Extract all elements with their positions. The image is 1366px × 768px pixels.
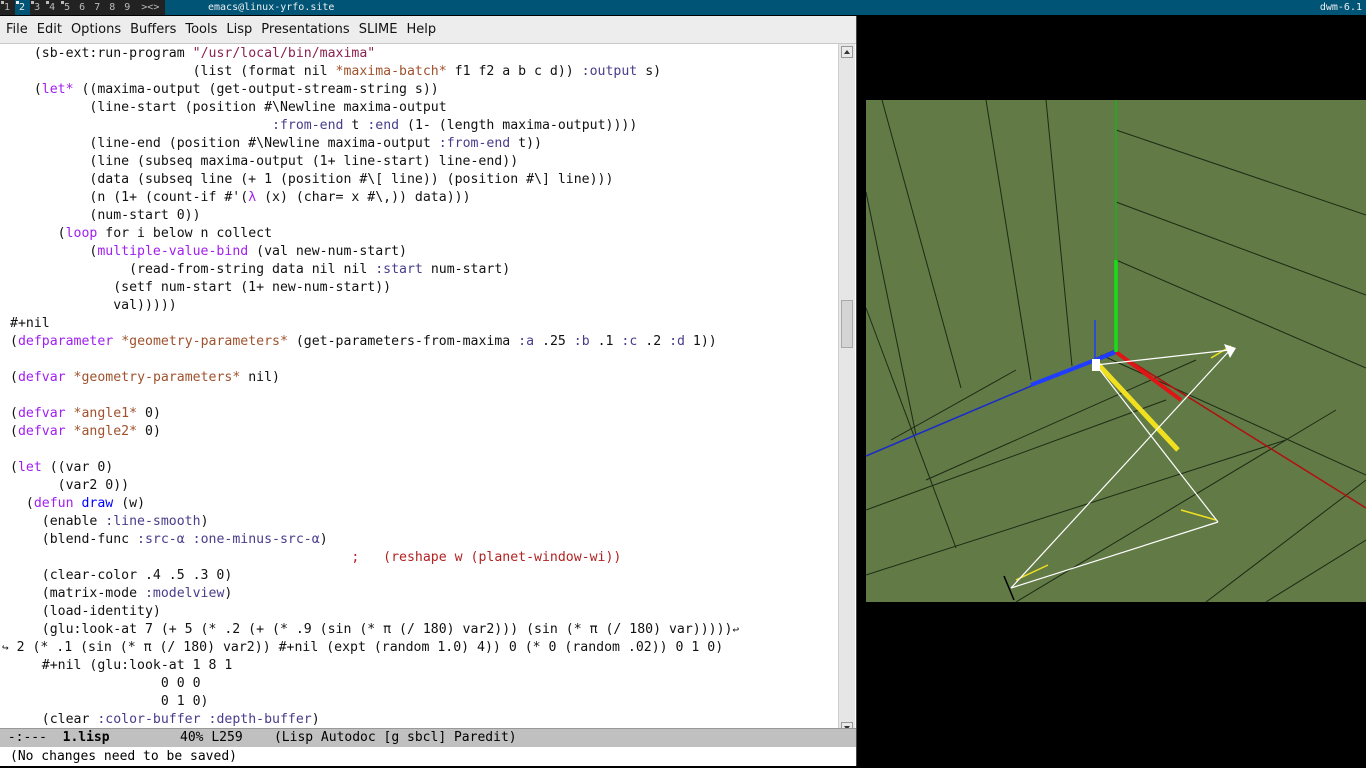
code-line[interactable]: (list (format nil *maxima-batch* f1 f2 a…	[10, 63, 661, 81]
code-line[interactable]: (defvar *geometry-parameters* nil)	[10, 369, 280, 387]
dwm-status-bar: 1 2 3 4 5 6 7 8 9 ><> emacs@linux-yrfo.site dwm-6…	[0, 0, 1366, 15]
code-line[interactable]: (n (1+ (count-if #'(λ (x) (char= x #\,))…	[10, 189, 470, 207]
code-line[interactable]: (defun draw (w)	[10, 495, 145, 513]
code-line[interactable]: (load-identity)	[10, 603, 161, 621]
tag-8[interactable]: 8	[105, 0, 120, 15]
code-line[interactable]: (matrix-mode :modelview)	[10, 585, 233, 603]
modeline-position: 40% L259	[109, 730, 274, 745]
tag-list: 1 2 3 4 5 6 7 8 9 ><>	[0, 0, 166, 15]
modeline-status: -:---	[0, 730, 63, 745]
occupied-indicator-icon	[61, 1, 65, 4]
gl-scene	[866, 100, 1366, 602]
code-line[interactable]: :from-end t :end (1- (length maxima-outp…	[10, 117, 637, 135]
menu-options[interactable]: Options	[65, 22, 124, 37]
code-line[interactable]: (num-start 0))	[10, 207, 200, 225]
tag-9[interactable]: 9	[120, 0, 135, 15]
menu-help[interactable]: Help	[400, 22, 439, 37]
code-line[interactable]: (clear :color-buffer :depth-buffer)	[10, 711, 320, 729]
code-line[interactable]: (loop for i below n collect	[10, 225, 272, 243]
tag-7[interactable]: 7	[90, 0, 105, 15]
tag-2[interactable]: 2	[15, 0, 31, 15]
modeline-modes[interactable]: (Lisp Autodoc [g sbcl] Paredit)	[274, 730, 517, 745]
code-line[interactable]: (var2 0))	[10, 477, 129, 495]
tag-4[interactable]: 4	[45, 0, 60, 15]
code-line[interactable]: 0 1 0)	[10, 693, 209, 711]
occupied-indicator-icon	[16, 1, 20, 4]
menu-slime[interactable]: SLIME	[353, 22, 401, 37]
tag-3[interactable]: 3	[30, 0, 45, 15]
menu-bar: File Edit Options Buffers Tools Lisp Presentat…	[0, 16, 856, 44]
code-line[interactable]: (let* ((maxima-output (get-output-stream…	[10, 81, 439, 99]
code-line[interactable]: (read-from-string data nil nil :start nu…	[10, 261, 510, 279]
tag-6[interactable]: 6	[75, 0, 90, 15]
code-line[interactable]: (defparameter *geometry-parameters* (get…	[10, 333, 717, 351]
occupied-indicator-icon	[31, 1, 35, 4]
mode-line: -:--- 1.lisp 40% L259 (Lisp Autodoc [g s…	[0, 728, 856, 747]
code-line[interactable]: #+nil (glu:look-at 1 8 1	[10, 657, 233, 675]
menu-tools[interactable]: Tools	[179, 22, 220, 37]
code-buffer[interactable]: (sb-ext:run-program "/usr/local/bin/maxi…	[0, 44, 836, 736]
code-line[interactable]: 0 0 0	[10, 675, 201, 693]
code-line[interactable]: (line-end (position #\Newline maxima-out…	[10, 135, 542, 153]
menu-file[interactable]: File	[0, 22, 31, 37]
scroll-thumb[interactable]	[841, 300, 853, 348]
window-title: emacs@linux-yrfo.site	[208, 2, 335, 13]
scroll-up-arrow-icon[interactable]	[841, 46, 853, 58]
minibuffer[interactable]: (No changes need to be saved)	[0, 747, 856, 766]
code-line[interactable]: (multiple-value-bind (val new-num-start)	[10, 243, 407, 261]
code-line[interactable]: ↪ 2 (* .1 (sin (* π (/ 180) var2)) #+nil…	[2, 639, 723, 657]
code-line[interactable]: (let ((var 0)	[10, 459, 113, 477]
code-line[interactable]: (defvar *angle2* 0)	[10, 423, 161, 441]
code-line[interactable]: (setf num-start (1+ new-num-start))	[10, 279, 391, 297]
menu-lisp[interactable]: Lisp	[220, 22, 255, 37]
occupied-indicator-icon	[1, 1, 4, 4]
tag-1[interactable]: 1	[0, 0, 15, 15]
gl-render-window[interactable]	[866, 100, 1366, 602]
tag-5[interactable]: 5	[60, 0, 75, 15]
menu-edit[interactable]: Edit	[31, 22, 65, 37]
occupied-indicator-icon	[46, 1, 50, 4]
code-line[interactable]: (enable :line-smooth)	[10, 513, 209, 531]
status-text: dwm-6.1	[1319, 2, 1362, 13]
code-line[interactable]: (blend-func :src-α :one-minus-src-α)	[10, 531, 328, 549]
code-line[interactable]: (defvar *angle1* 0)	[10, 405, 161, 423]
code-line[interactable]: #+nil	[10, 315, 50, 333]
code-line[interactable]: (clear-color .4 .5 .3 0)	[10, 567, 233, 585]
layout-symbol[interactable]: ><>	[135, 0, 166, 15]
code-line[interactable]: (line-start (position #\Newline maxima-o…	[10, 99, 446, 117]
vertical-scrollbar[interactable]	[838, 44, 855, 736]
emacs-frame: File Edit Options Buffers Tools Lisp Presentat…	[0, 16, 857, 766]
line-wrap-left-icon: ↪	[2, 641, 9, 654]
code-line[interactable]: (line (subseq maxima-output (1+ line-sta…	[10, 153, 518, 171]
code-line[interactable]: (glu:look-at 7 (+ 5 (* .2 (+ (* .9 (sin …	[10, 621, 739, 639]
line-wrap-right-icon: ↩	[732, 623, 740, 636]
modeline-buffer-name[interactable]: 1.lisp	[63, 730, 110, 745]
code-line[interactable]: (sb-ext:run-program "/usr/local/bin/maxi…	[10, 45, 375, 63]
code-line[interactable]: (data (subseq line (+ 1 (position #\[ li…	[10, 171, 613, 189]
code-line[interactable]: ; (reshape w (planet-window-wi))	[10, 549, 621, 567]
menu-buffers[interactable]: Buffers	[124, 22, 179, 37]
code-line[interactable]: val)))))	[10, 297, 177, 315]
joint-cube-1	[1092, 359, 1100, 371]
menu-presentations[interactable]: Presentations	[255, 22, 352, 37]
